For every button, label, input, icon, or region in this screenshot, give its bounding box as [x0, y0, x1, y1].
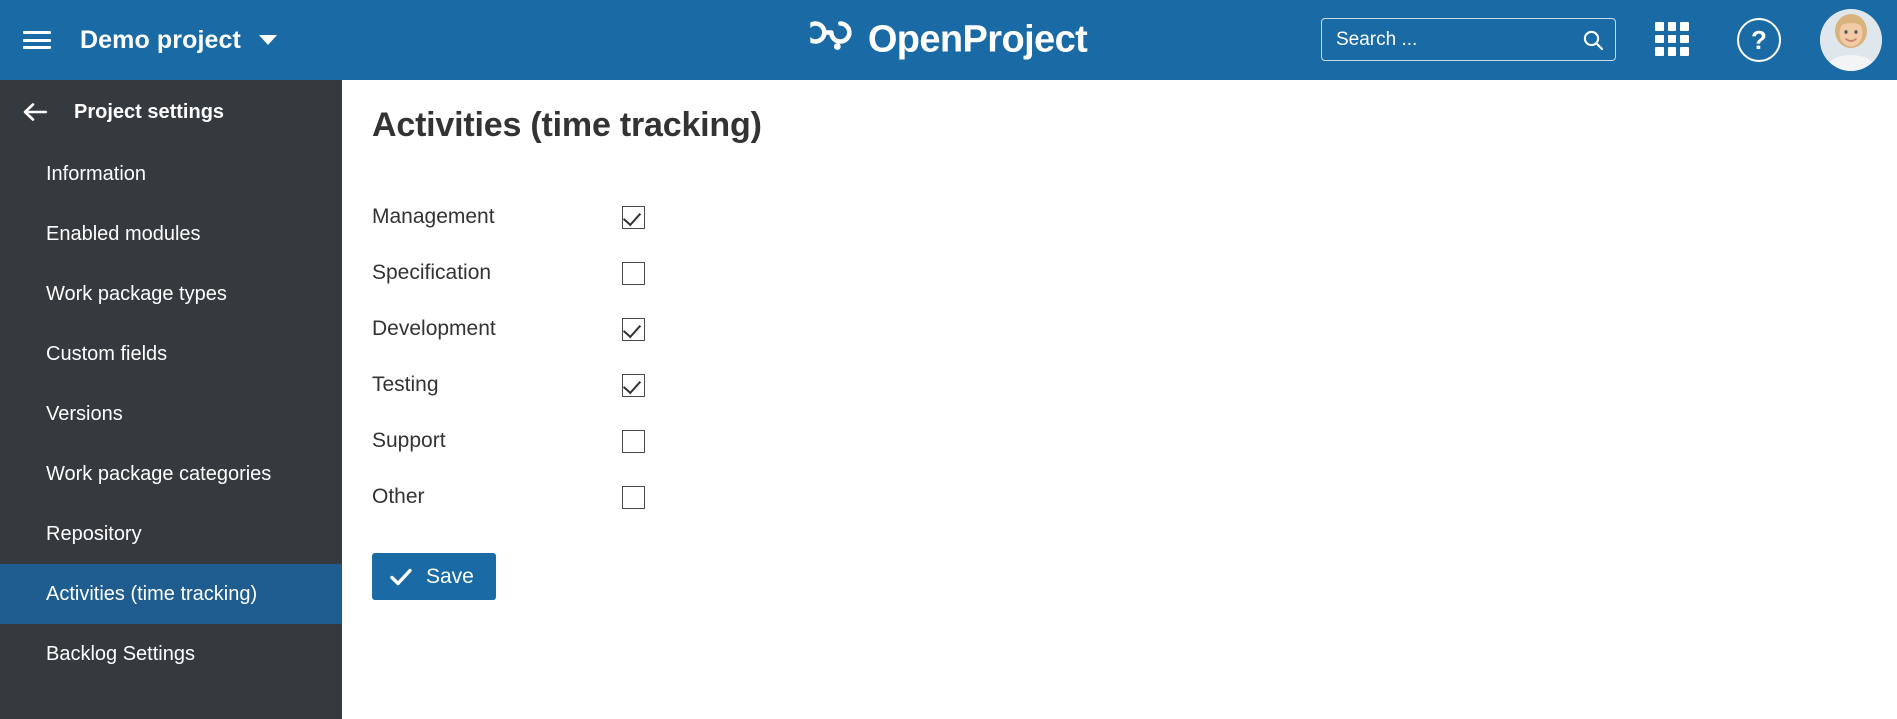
sidebar-item-custom-fields[interactable]: Custom fields: [0, 324, 342, 384]
grid-dot: [1667, 47, 1677, 56]
sidebar-item-label: Backlog Settings: [46, 642, 195, 665]
search-input[interactable]: [1322, 28, 1581, 51]
save-button-label: Save: [426, 564, 474, 588]
sidebar-item-label: Information: [46, 162, 147, 185]
activity-row-testing: Testing: [372, 357, 1897, 413]
activity-label: Testing: [372, 373, 439, 396]
hamburger-bar: [23, 31, 51, 34]
grid-dot: [1680, 34, 1689, 44]
sidebar-item-enabled-modules[interactable]: Enabled modules: [0, 204, 342, 264]
sidebar-item-activities-time-tracking[interactable]: Activities (time tracking): [0, 564, 342, 624]
save-button[interactable]: Save: [372, 553, 496, 600]
sidebar-item-label: Work package types: [46, 282, 227, 305]
activity-checkbox-specification[interactable]: [622, 261, 645, 285]
activity-checkbox-support[interactable]: [622, 429, 645, 453]
sidebar-item-label: Enabled modules: [46, 222, 201, 245]
page-title: Activities (time tracking): [372, 106, 762, 144]
sidebar-back-header[interactable]: Project settings: [0, 80, 342, 144]
activity-label: Specification: [372, 261, 492, 284]
activity-label: Development: [372, 317, 496, 340]
arrow-left-icon[interactable]: [22, 102, 48, 122]
activity-label: Support: [372, 429, 446, 452]
activity-checkbox-development[interactable]: [622, 317, 645, 341]
sidebar-item-label: Activities (time tracking): [46, 582, 258, 605]
openproject-logo[interactable]: OpenProject: [803, 18, 1088, 62]
sidebar-item-label: Custom fields: [46, 342, 168, 365]
activity-row-specification: Specification: [372, 245, 1897, 301]
sidebar-title-label: Project settings: [74, 100, 225, 123]
hamburger-bar: [23, 38, 51, 42]
sidebar-item-versions[interactable]: Versions: [0, 384, 342, 444]
hamburger-menu-icon[interactable]: [20, 27, 54, 53]
grid-dot: [1667, 22, 1677, 31]
activity-row-other: Other: [372, 469, 1897, 525]
global-search-box[interactable]: [1321, 18, 1616, 61]
openproject-logo-icon: [803, 19, 856, 61]
search-icon[interactable]: [1581, 28, 1605, 52]
main-content-area: Activities (time tracking) Management Sp…: [342, 80, 1897, 719]
sidebar-item-label: Versions: [46, 402, 123, 425]
sidebar-item-work-package-types[interactable]: Work package types: [0, 264, 342, 324]
top-header-bar: Demo project OpenProject ?: [0, 0, 1897, 80]
activity-row-development: Development: [372, 301, 1897, 357]
sidebar-item-repository[interactable]: Repository: [0, 504, 342, 564]
sidebar-item-backlog-settings[interactable]: Backlog Settings: [0, 624, 342, 684]
project-selector[interactable]: Demo project: [80, 17, 277, 63]
activity-row-support: Support: [372, 413, 1897, 469]
project-name-label: Demo project: [80, 25, 241, 54]
grid-dot: [1680, 22, 1689, 31]
activity-row-management: Management: [372, 189, 1897, 245]
project-settings-sidebar: Project settings Information Enabled mod…: [0, 80, 342, 719]
activity-checkbox-testing[interactable]: [622, 373, 645, 397]
question-mark-icon[interactable]: ?: [1737, 18, 1781, 62]
sidebar-item-information[interactable]: Information: [0, 144, 342, 204]
grid-dot: [1655, 34, 1664, 44]
grid-apps-icon[interactable]: [1655, 22, 1689, 56]
brand-name-label: OpenProject: [867, 18, 1088, 61]
activity-label: Management: [372, 205, 495, 228]
activity-checkbox-management[interactable]: [622, 205, 645, 229]
activity-label: Other: [372, 485, 425, 508]
grid-dot: [1655, 47, 1664, 56]
check-icon: [390, 568, 412, 586]
grid-dot: [1655, 22, 1664, 31]
activity-checkbox-other[interactable]: [622, 485, 645, 509]
chevron-down-icon: [258, 35, 277, 45]
activities-form: Management Specification Development Tes…: [372, 189, 1897, 600]
user-avatar-icon[interactable]: [1820, 9, 1882, 71]
grid-dot: [1680, 47, 1689, 56]
sidebar-item-label: Repository: [46, 522, 142, 545]
sidebar-item-work-package-categories[interactable]: Work package categories: [0, 444, 342, 504]
hamburger-bar: [23, 46, 51, 49]
grid-dot: [1667, 34, 1677, 44]
sidebar-item-label: Work package categories: [46, 462, 272, 485]
